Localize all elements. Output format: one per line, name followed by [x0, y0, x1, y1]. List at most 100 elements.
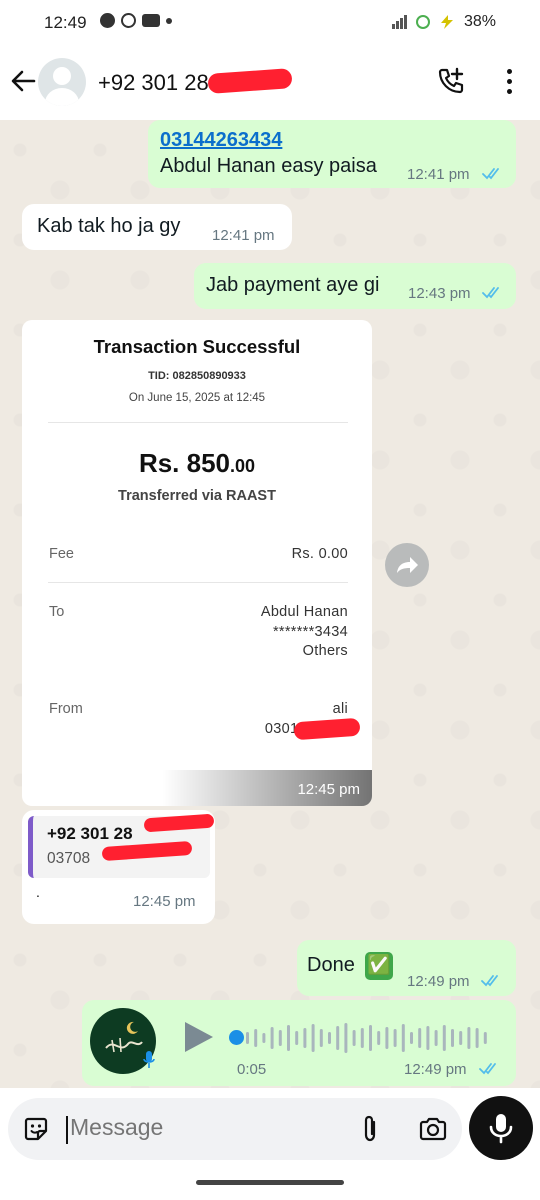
to-label: To — [49, 604, 65, 620]
to-bank: Others — [302, 643, 348, 659]
waveform-bar — [475, 1028, 479, 1048]
home-gesture-handle[interactable] — [196, 1180, 344, 1185]
waveform[interactable] — [246, 1020, 496, 1056]
waveform-bar — [483, 1032, 487, 1044]
camera-icon[interactable] — [418, 1116, 448, 1142]
play-icon[interactable] — [185, 1022, 213, 1052]
waveform-bar — [377, 1031, 381, 1045]
message-text: Kab tak ho ja gy — [37, 215, 181, 237]
receipt-amount: Rs. 850.00 — [138, 448, 256, 478]
read-ticks-icon — [479, 1063, 496, 1075]
chat-area[interactable]: 03144263434 Abdul Hanan easy paisa 12:41… — [0, 120, 540, 1088]
voice-record-button[interactable] — [469, 1096, 533, 1160]
message-time: 12:43 pm — [408, 285, 471, 302]
waveform-bar — [246, 1032, 249, 1044]
shared-contact-message[interactable]: +92 301 28 03708 . 12:45 pm — [22, 810, 215, 924]
contact-card-name: +92 301 28 — [47, 824, 133, 843]
contact-name[interactable]: +92 301 28 — [98, 70, 209, 96]
waveform-bar — [328, 1032, 331, 1044]
mic-icon — [489, 1114, 513, 1144]
waveform-bar — [254, 1029, 258, 1047]
sticker-icon[interactable] — [22, 1115, 50, 1143]
add-call-icon[interactable] — [436, 66, 466, 96]
waveform-bar — [344, 1023, 348, 1053]
more-notifications-icon — [166, 17, 172, 24]
message-time: 12:45 pm — [133, 893, 196, 910]
waveform-bar — [393, 1029, 397, 1047]
waveform-bar — [426, 1026, 430, 1050]
message-text: . — [36, 884, 40, 900]
waveform-bar — [262, 1033, 266, 1043]
contact-card-number: 03708 — [47, 850, 91, 867]
message-time: 12:45 pm — [297, 781, 360, 798]
receipt-image[interactable]: Transaction Successful TID: 082850890933… — [22, 320, 372, 806]
waveform-bar — [287, 1025, 290, 1051]
waveform-bar — [352, 1030, 356, 1046]
waveform-bar — [278, 1030, 282, 1046]
phone-link[interactable]: 03144263434 — [160, 129, 282, 152]
message-time: 12:49 pm — [404, 1061, 467, 1078]
waveform-bar — [434, 1030, 438, 1046]
whatsapp-icon — [121, 13, 136, 28]
waveform-bar — [360, 1028, 364, 1048]
waveform-bar — [336, 1026, 340, 1050]
back-arrow-icon[interactable] — [10, 68, 36, 94]
read-ticks-icon — [481, 975, 498, 987]
message-composer — [0, 1088, 540, 1172]
forward-button[interactable] — [385, 543, 429, 587]
check-emoji: ✅ — [365, 952, 393, 980]
outgoing-message[interactable]: Jab payment aye gi 12:43 pm — [194, 263, 516, 309]
signal-icon — [391, 15, 408, 29]
waveform-bar — [410, 1032, 413, 1044]
receipt-tid: TID: 082850890933 — [148, 370, 246, 382]
battery-charging-icon — [440, 15, 453, 29]
read-ticks-icon — [482, 287, 499, 299]
text-cursor — [66, 1116, 68, 1144]
to-name: Abdul Hanan — [260, 604, 348, 620]
youtube-icon — [142, 14, 160, 27]
incoming-message[interactable]: Kab tak ho ja gy 12:41 pm — [22, 204, 292, 250]
attach-icon[interactable] — [358, 1114, 382, 1144]
notification-icons — [100, 13, 172, 28]
waveform-bar — [467, 1027, 471, 1049]
system-nav-bar — [0, 1172, 540, 1200]
waveform-bar — [270, 1027, 274, 1049]
message-input-container[interactable] — [8, 1098, 462, 1160]
battery-level: 38% — [463, 13, 496, 30]
message-time: 12:41 pm — [407, 166, 470, 183]
divider — [48, 422, 348, 423]
outgoing-message[interactable]: 03144263434 Abdul Hanan easy paisa 12:41… — [148, 120, 516, 188]
message-text: Done — [307, 954, 355, 976]
read-ticks-icon — [482, 168, 499, 180]
waveform-bar — [369, 1025, 372, 1051]
facebook-icon — [100, 13, 115, 28]
waveform-bar — [295, 1031, 299, 1045]
waveform-bar — [401, 1024, 405, 1052]
from-name: ali — [332, 701, 348, 717]
voice-message[interactable]: 0:05 12:49 pm — [82, 1000, 516, 1086]
from-label: From — [49, 701, 83, 717]
waveform-bar — [385, 1027, 389, 1049]
fee-value: Rs. 0.00 — [291, 546, 348, 562]
receipt-title: Transaction Successful — [93, 336, 301, 357]
contact-avatar[interactable] — [38, 58, 86, 106]
redaction-mark — [207, 68, 293, 94]
message-input[interactable] — [70, 1114, 330, 1141]
divider — [48, 582, 348, 583]
waveform-bar — [303, 1028, 307, 1048]
receipt-date: On June 15, 2025 at 12:45 — [128, 392, 266, 404]
forward-icon — [397, 557, 418, 573]
redaction-mark — [293, 717, 361, 741]
message-time: 12:49 pm — [407, 973, 470, 990]
waveform-bar — [319, 1029, 323, 1047]
voice-duration: 0:05 — [237, 1061, 267, 1078]
more-options-icon[interactable] — [503, 69, 515, 99]
playback-scrubber[interactable] — [229, 1030, 244, 1045]
message-time: 12:41 pm — [212, 227, 275, 244]
data-saver-icon — [415, 15, 430, 29]
fee-label: Fee — [49, 546, 74, 562]
waveform-bar — [442, 1025, 446, 1051]
outgoing-message[interactable]: Done ✅ 12:49 pm — [297, 940, 516, 996]
message-text: Jab payment aye gi — [206, 274, 380, 296]
mic-icon — [143, 1051, 155, 1068]
